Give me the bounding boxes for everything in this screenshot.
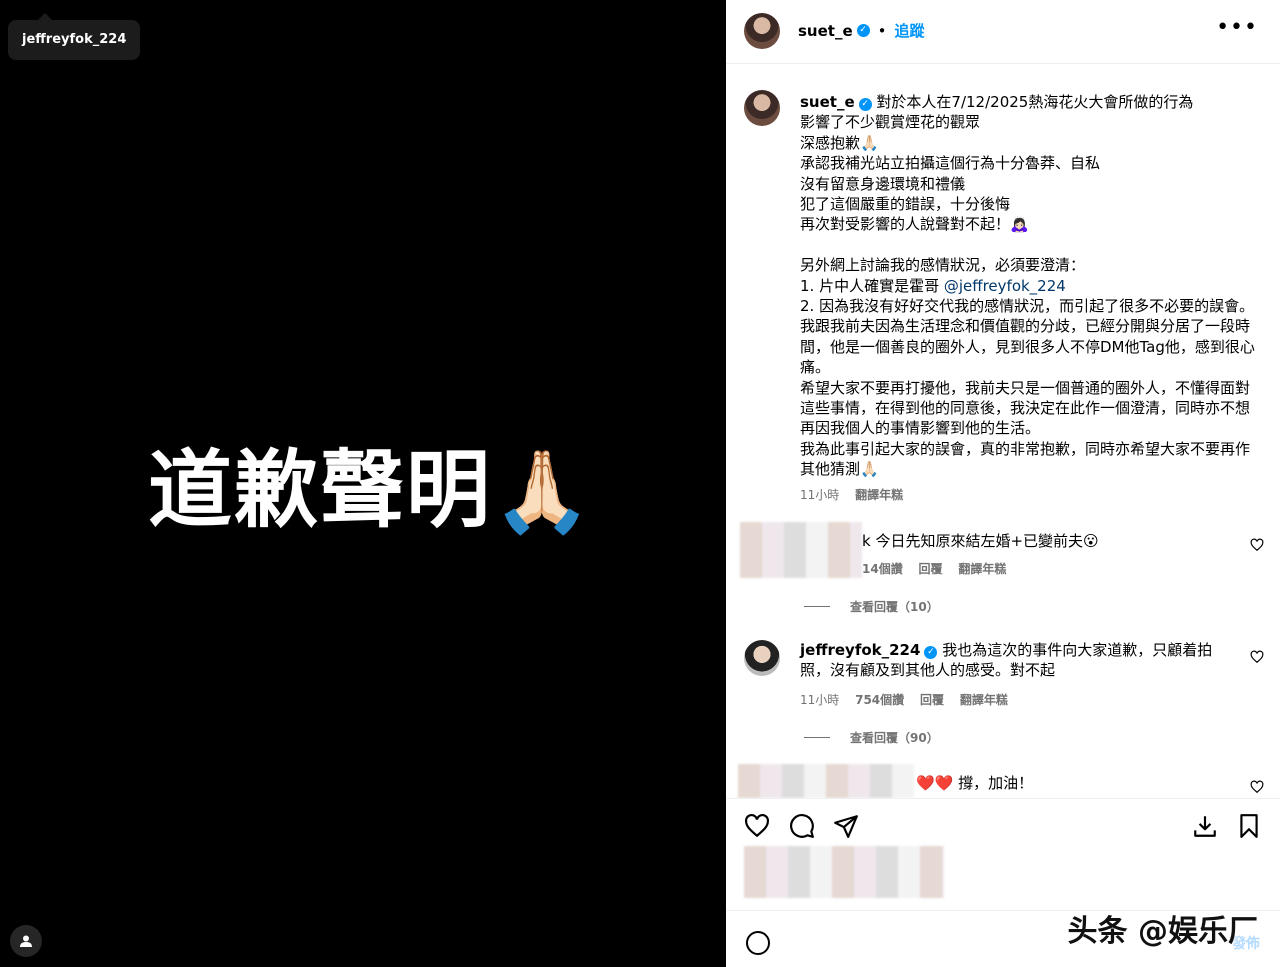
comment-likes[interactable]: 14個讚 (862, 562, 903, 576)
separator-dot: • (877, 21, 887, 40)
translate-button[interactable]: 翻譯年糕 (958, 562, 1006, 576)
view-replies-button[interactable]: 查看回覆（90） (804, 729, 939, 746)
verified-badge-icon: ✓ (856, 24, 870, 37)
caption-meta: 11小時 翻譯年糕 (800, 486, 915, 503)
follow-button[interactable]: 追蹤 (894, 20, 924, 41)
author-avatar[interactable] (744, 13, 780, 49)
verified-badge-icon: ✓ (924, 646, 938, 659)
blurred-likes-summary (744, 846, 944, 898)
reply-button[interactable]: 回覆 (920, 693, 944, 707)
reply-button[interactable]: 回覆 (919, 562, 943, 576)
comment-likes[interactable]: 754個讚 (855, 693, 904, 707)
caption-line (800, 235, 1260, 255)
caption-username[interactable]: suet_e (800, 93, 855, 111)
more-options-button[interactable]: ••• (1216, 17, 1258, 39)
comments-area[interactable]: suet_e ✓ 對於本人在7/12/2025熱海花火大會所做的行為 影響了不少觀… (726, 64, 1280, 798)
caption-line: 希望大家不要再打擾他，我前夫只是一個普通的圈外人，不懂得面對這些事情，在得到他的… (800, 378, 1251, 438)
comment-text: jeffreyfok_224 ✓ 我也為這次的事件向大家道歉，只顧着拍照，沒有顧及… (800, 641, 1213, 680)
post-header: suet_e ✓ • 追蹤 ••• (726, 0, 1280, 64)
download-icon[interactable] (1192, 813, 1218, 839)
caption-line: 沒有留意身邊環境和禮儀 (800, 174, 966, 193)
comment-meta: 11小時 754個讚 回覆 翻譯年糕 (800, 691, 1020, 708)
comment-text: ❤️❤️ 撐，加油！ (916, 774, 1034, 792)
comment-heart-icon[interactable] (1250, 780, 1264, 794)
post-media: jeffreyfok_224 道歉聲明🙏🏻 (0, 0, 726, 967)
post-side-panel: suet_e ✓ • 追蹤 ••• suet_e ✓ 對於本人在7/12/2025… (726, 0, 1280, 967)
caption-line: 2. 因為我沒有好好交代我的感情狀況，而引起了很多不必要的誤會。我跟我前夫因為生… (800, 297, 1255, 377)
user-tag-bubble[interactable]: jeffreyfok_224 (8, 13, 141, 60)
caption-line: suet_e ✓ 對於本人在7/12/2025熱海花火大會所做的行為 (800, 93, 1194, 111)
media-title: 道歉聲明🙏🏻 (148, 440, 594, 542)
save-bookmark-icon[interactable] (1236, 813, 1262, 839)
comment-heart-icon[interactable] (1250, 650, 1264, 664)
caption-line: 再次對受影響的人說聲對不起！🙇🏻‍♀️ (800, 215, 1029, 234)
view-replies-button[interactable]: 查看回覆（10） (804, 598, 939, 615)
comment-time[interactable]: 11小時 (800, 693, 839, 707)
caption-line: 另外網上討論我的感情狀況，必須要澄清： (800, 256, 1086, 275)
media-title-text: 道歉聲明 (148, 441, 493, 539)
blurred-commenter (740, 522, 862, 578)
caption-line: 1. 片中人確實是霍哥 @jeffreyfok_224 (800, 276, 1066, 295)
comment-bubble-icon[interactable] (789, 813, 815, 839)
caption-line: 深感抱歉🙏🏻 (800, 133, 879, 152)
comment-meta: 14個讚 回覆 翻譯年糕 (862, 560, 1018, 577)
post-actions-bar (726, 798, 1280, 848)
emoji-picker-icon[interactable] (746, 931, 770, 955)
caption-line: 犯了這個嚴重的錯誤，十分後悔 (800, 195, 1011, 214)
praying-hands-emoji: 🙏🏻 (492, 445, 594, 538)
reply-line-divider (804, 606, 830, 607)
mention-link[interactable]: @jeffreyfok_224 (944, 277, 1066, 295)
share-paper-plane-icon[interactable] (833, 813, 859, 839)
author-line: suet_e ✓ • 追蹤 (798, 20, 925, 41)
verified-badge-icon: ✓ (858, 98, 872, 111)
commenter-avatar[interactable] (744, 640, 780, 676)
comment-heart-icon[interactable] (1250, 538, 1264, 552)
author-username[interactable]: suet_e (798, 22, 853, 40)
caption-time[interactable]: 11小時 (800, 488, 839, 502)
source-watermark: 头条 @娱乐厂 (1067, 914, 1258, 949)
tagged-users-button[interactable] (10, 925, 42, 957)
caption-text: suet_e ✓ 對於本人在7/12/2025熱海花火大會所做的行為 影響了不少觀… (800, 92, 1260, 480)
reply-line-divider (804, 737, 830, 738)
translate-button[interactable]: 翻譯年糕 (855, 488, 903, 502)
commenter-username[interactable]: jeffreyfok_224 (800, 641, 920, 659)
translate-button[interactable]: 翻譯年糕 (960, 693, 1008, 707)
caption-avatar[interactable] (744, 90, 780, 126)
blurred-commenter (738, 764, 914, 798)
caption-line: 我為此事引起大家的誤會，真的非常抱歉，同時亦希望大家不要再作其他猜測🙏🏻 (800, 439, 1251, 479)
comment-text: k 今日先知原來結左婚+已變前夫😮 (862, 532, 1099, 550)
caption-line: 承認我補光站立拍攝這個行為十分魯莽、自私 (800, 154, 1101, 173)
caption-line: 影響了不少觀賞煙花的觀眾 (800, 113, 981, 132)
person-icon (20, 935, 32, 947)
like-heart-icon[interactable] (744, 813, 770, 839)
